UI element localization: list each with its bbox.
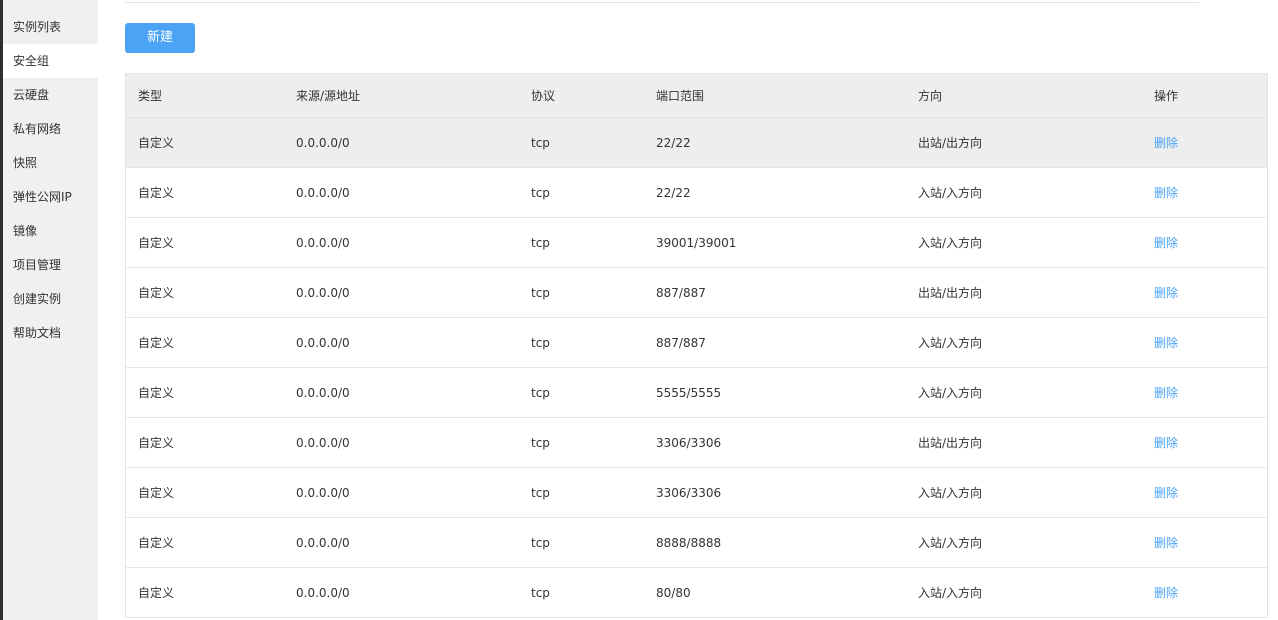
cell-direction: 出站/出方向	[918, 286, 983, 300]
sidebar-item-cloud-disk[interactable]: 云硬盘	[3, 78, 98, 112]
table-row: 自定义 0.0.0.0/0 tcp 887/887 出站/出方向 删除	[126, 268, 1267, 318]
cell-direction: 入站/入方向	[918, 586, 983, 600]
cell-direction: 入站/入方向	[918, 536, 983, 550]
cell-source: 0.0.0.0/0	[296, 185, 350, 200]
sidebar-item-help-docs[interactable]: 帮助文档	[3, 316, 98, 350]
cell-protocol: tcp	[531, 185, 550, 200]
cell-direction: 入站/入方向	[918, 386, 983, 400]
cell-protocol: tcp	[531, 335, 550, 350]
cell-protocol: tcp	[531, 285, 550, 300]
cell-source: 0.0.0.0/0	[296, 485, 350, 500]
header-port-range: 端口范围	[656, 89, 705, 103]
cell-type: 自定义	[138, 386, 175, 400]
cell-port-range: 3306/3306	[656, 435, 722, 450]
cell-source: 0.0.0.0/0	[296, 235, 350, 250]
cell-protocol: tcp	[531, 585, 550, 600]
sidebar-item-private-network[interactable]: 私有网络	[3, 112, 98, 146]
cell-source: 0.0.0.0/0	[296, 135, 350, 150]
cell-type: 自定义	[138, 586, 175, 600]
delete-link[interactable]: 删除	[1154, 518, 1178, 567]
delete-link[interactable]: 删除	[1154, 368, 1178, 417]
table-row: 自定义 0.0.0.0/0 tcp 3306/3306 出站/出方向 删除	[126, 418, 1267, 468]
cell-protocol: tcp	[531, 385, 550, 400]
delete-link[interactable]: 删除	[1154, 568, 1178, 617]
cell-port-range: 887/887	[656, 335, 706, 350]
cell-port-range: 22/22	[656, 185, 691, 200]
cell-protocol: tcp	[531, 135, 550, 150]
cell-type: 自定义	[138, 486, 175, 500]
cell-protocol: tcp	[531, 235, 550, 250]
sidebar-item-elastic-ip[interactable]: 弹性公网IP	[3, 180, 98, 214]
table-row: 自定义 0.0.0.0/0 tcp 5555/5555 入站/入方向 删除	[126, 368, 1267, 418]
cell-direction: 出站/出方向	[918, 436, 983, 450]
cell-source: 0.0.0.0/0	[296, 385, 350, 400]
cell-port-range: 3306/3306	[656, 485, 722, 500]
table-row: 自定义 0.0.0.0/0 tcp 22/22 入站/入方向 删除	[126, 168, 1267, 218]
header-action: 操作	[1154, 89, 1179, 103]
cell-type: 自定义	[138, 236, 175, 250]
cell-port-range: 39001/39001	[656, 235, 737, 250]
security-rules-table: 类型 来源/源地址 协议 端口范围 方向 操作 自定义 0.0.0.0/0 tc…	[125, 73, 1268, 618]
cell-protocol: tcp	[531, 535, 550, 550]
cell-port-range: 887/887	[656, 285, 706, 300]
delete-link[interactable]: 删除	[1154, 418, 1178, 467]
cell-port-range: 80/80	[656, 585, 691, 600]
header-direction: 方向	[918, 89, 943, 103]
cell-source: 0.0.0.0/0	[296, 585, 350, 600]
delete-link[interactable]: 删除	[1154, 318, 1178, 367]
cell-direction: 入站/入方向	[918, 236, 983, 250]
sidebar: 实例列表 安全组 云硬盘 私有网络 快照 弹性公网IP 镜像 项目管理 创建实例…	[3, 0, 98, 620]
table-row: 自定义 0.0.0.0/0 tcp 22/22 出站/出方向 删除	[126, 118, 1267, 168]
delete-link[interactable]: 删除	[1154, 468, 1178, 517]
new-rule-button[interactable]: 新建	[125, 23, 195, 53]
cell-source: 0.0.0.0/0	[296, 535, 350, 550]
cell-source: 0.0.0.0/0	[296, 335, 350, 350]
table-row: 自定义 0.0.0.0/0 tcp 887/887 入站/入方向 删除	[126, 318, 1267, 368]
cell-source: 0.0.0.0/0	[296, 285, 350, 300]
cell-direction: 入站/入方向	[918, 336, 983, 350]
cell-direction: 入站/入方向	[918, 486, 983, 500]
cell-type: 自定义	[138, 536, 175, 550]
table-row: 自定义 0.0.0.0/0 tcp 39001/39001 入站/入方向 删除	[126, 218, 1267, 268]
sidebar-item-project-management[interactable]: 项目管理	[3, 248, 98, 282]
header-protocol: 协议	[531, 89, 556, 103]
cell-port-range: 22/22	[656, 135, 691, 150]
cell-protocol: tcp	[531, 485, 550, 500]
top-divider	[125, 2, 1199, 3]
cell-type: 自定义	[138, 136, 175, 150]
table-row: 自定义 0.0.0.0/0 tcp 8888/8888 入站/入方向 删除	[126, 518, 1267, 568]
sidebar-item-security-group[interactable]: 安全组	[3, 44, 98, 78]
cell-port-range: 8888/8888	[656, 535, 722, 550]
cell-direction: 出站/出方向	[918, 136, 983, 150]
cell-port-range: 5555/5555	[656, 385, 722, 400]
table-row: 自定义 0.0.0.0/0 tcp 3306/3306 入站/入方向 删除	[126, 468, 1267, 518]
cell-type: 自定义	[138, 336, 175, 350]
cell-source: 0.0.0.0/0	[296, 435, 350, 450]
delete-link[interactable]: 删除	[1154, 268, 1178, 317]
sidebar-item-instance-list[interactable]: 实例列表	[3, 10, 98, 44]
cell-type: 自定义	[138, 286, 175, 300]
table-row: 自定义 0.0.0.0/0 tcp 80/80 入站/入方向 删除	[126, 568, 1267, 618]
delete-link[interactable]: 删除	[1154, 118, 1178, 167]
table-header-row: 类型 来源/源地址 协议 端口范围 方向 操作	[126, 74, 1267, 118]
sidebar-item-create-instance[interactable]: 创建实例	[3, 282, 98, 316]
header-type: 类型	[138, 89, 163, 103]
delete-link[interactable]: 删除	[1154, 218, 1178, 267]
cell-direction: 入站/入方向	[918, 186, 983, 200]
sidebar-item-snapshot[interactable]: 快照	[3, 146, 98, 180]
cell-protocol: tcp	[531, 435, 550, 450]
cell-type: 自定义	[138, 436, 175, 450]
cell-type: 自定义	[138, 186, 175, 200]
header-source: 来源/源地址	[296, 89, 361, 103]
sidebar-item-image[interactable]: 镜像	[3, 214, 98, 248]
delete-link[interactable]: 删除	[1154, 168, 1178, 217]
